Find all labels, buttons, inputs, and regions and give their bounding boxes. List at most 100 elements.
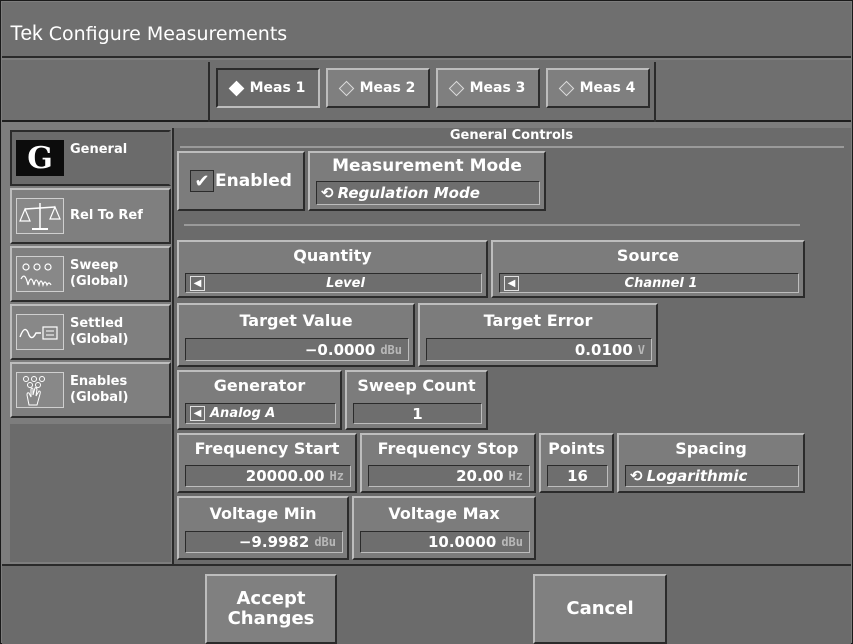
nav-label: Rel To Ref: [70, 208, 143, 223]
sweep-icon: [16, 256, 64, 292]
measurement-mode-label: Measurement Mode: [332, 156, 522, 176]
frequency-start-label: Frequency Start: [194, 439, 340, 458]
measurement-mode-control: Measurement Mode ⟲ Regulation Mode: [308, 151, 546, 211]
generator-control: Generator ◀ Analog A: [177, 370, 342, 430]
target-error-number: 0.0100: [574, 340, 633, 359]
nav-label: Enables (Global): [70, 374, 129, 405]
points-label: Points: [548, 439, 605, 458]
sweep-count-control: Sweep Count 1: [345, 370, 488, 430]
spacing-control: Spacing ⟲ Logarithmic: [617, 433, 805, 493]
nav-settled-global[interactable]: Settled (Global): [10, 304, 171, 360]
tab-label: Meas 1: [249, 80, 306, 96]
voltage-min-control: Voltage Min −9.9982 dBu: [177, 496, 349, 560]
points-value: 16: [567, 467, 588, 485]
points-control: Points 16: [539, 433, 614, 493]
source-control: Source ◀ Channel 1: [491, 240, 805, 298]
frequency-stop-field[interactable]: 20.00 Hz: [368, 465, 530, 487]
sweep-count-field[interactable]: 1: [353, 403, 482, 424]
frequency-stop-control: Frequency Stop 20.00 Hz: [360, 433, 536, 493]
tab-label: Meas 3: [469, 80, 526, 96]
frequency-start-number: 20000.00: [245, 467, 325, 485]
left-arrow-icon[interactable]: ◀: [190, 406, 205, 421]
enables-icon: [16, 372, 64, 408]
scale-icon: [16, 198, 64, 234]
voltage-min-field[interactable]: −9.9982 dBu: [185, 531, 343, 553]
frequency-stop-unit: Hz: [508, 469, 523, 483]
bottom-bar: [2, 564, 851, 644]
voltage-min-number: −9.9982: [238, 533, 310, 551]
nav-enables-global[interactable]: Enables (Global): [10, 362, 171, 418]
enabled-label: Enabled: [215, 171, 292, 191]
target-error-control: Target Error 0.0100 V: [418, 303, 658, 367]
voltage-max-control: Voltage Max 10.0000 dBu: [352, 496, 536, 560]
tab-meas-1[interactable]: Meas 1: [216, 68, 320, 108]
left-arrow-icon[interactable]: ◀: [190, 275, 205, 291]
settled-icon: [16, 314, 64, 350]
checkmark-icon: ✔: [190, 170, 215, 192]
nav-label: General: [70, 142, 128, 157]
frequency-stop-number: 20.00: [456, 467, 504, 485]
section-divider: [184, 224, 800, 226]
window-title: Tek Configure Measurements: [10, 22, 287, 46]
spacing-select[interactable]: ⟲ Logarithmic: [625, 465, 799, 487]
target-value-control: Target Value −0.0000 dBu: [177, 303, 415, 367]
enabled-checkbox[interactable]: ✔ Enabled: [177, 151, 305, 211]
nav-label: Settled (Global): [70, 316, 129, 347]
quantity-select[interactable]: ◀ Level: [185, 273, 482, 293]
quantity-label: Quantity: [293, 246, 372, 265]
cycle-icon: ⟲: [630, 467, 643, 485]
tab-meas-2[interactable]: Meas 2: [326, 68, 430, 108]
generator-select[interactable]: ◀ Analog A: [185, 403, 336, 424]
nav-rel-to-ref[interactable]: Rel To Ref: [10, 188, 171, 244]
tab-label: Meas 2: [359, 80, 416, 96]
target-error-label: Target Error: [483, 311, 593, 330]
quantity-value: Level: [326, 275, 365, 291]
cancel-button[interactable]: Cancel: [533, 574, 667, 644]
target-error-field[interactable]: 0.0100 V: [426, 338, 652, 361]
points-field[interactable]: 16: [547, 465, 608, 487]
g-letter-icon: G: [16, 140, 64, 176]
target-value-field[interactable]: −0.0000 dBu: [185, 338, 409, 361]
spacing-label: Spacing: [675, 439, 747, 458]
cycle-icon: ⟲: [321, 184, 334, 202]
sweep-count-value: 1: [412, 404, 423, 423]
voltage-max-label: Voltage Max: [388, 504, 500, 523]
nav-sweep-global[interactable]: Sweep (Global): [10, 246, 171, 302]
tab-meas-4[interactable]: Meas 4: [546, 68, 650, 108]
source-label: Source: [616, 246, 680, 265]
source-select[interactable]: ◀ Channel 1: [499, 273, 799, 293]
nav-label: Sweep (Global): [70, 258, 129, 289]
measurement-mode-value: Regulation Mode: [337, 184, 480, 202]
measurement-mode-select[interactable]: ⟲ Regulation Mode: [316, 181, 540, 205]
brand-label: Tek: [10, 22, 43, 45]
source-value: Channel 1: [624, 275, 698, 291]
voltage-max-unit: dBu: [501, 535, 523, 549]
accept-changes-button[interactable]: Accept Changes: [205, 574, 337, 644]
radio-diamond-icon: [558, 80, 574, 96]
voltage-max-field[interactable]: 10.0000 dBu: [360, 531, 530, 553]
voltage-min-label: Voltage Min: [209, 504, 317, 523]
target-value-unit: dBu: [380, 342, 402, 357]
frequency-stop-label: Frequency Stop: [377, 439, 519, 458]
radio-diamond-icon: [338, 80, 354, 96]
frequency-start-unit: Hz: [329, 469, 344, 483]
tab-label: Meas 4: [579, 80, 636, 96]
title-text: Configure Measurements: [48, 23, 288, 45]
target-value-number: −0.0000: [304, 340, 376, 359]
target-error-unit: V: [637, 342, 645, 357]
radio-diamond-icon: [228, 80, 244, 96]
quantity-control: Quantity ◀ Level: [177, 240, 488, 298]
sweep-count-label: Sweep Count: [357, 376, 476, 395]
nav-general[interactable]: G General: [10, 130, 171, 186]
target-value-label: Target Value: [239, 311, 353, 330]
voltage-min-unit: dBu: [314, 535, 336, 549]
header-rule: [180, 146, 844, 148]
spacing-value: Logarithmic: [646, 467, 748, 485]
nav-empty-area: [10, 424, 171, 562]
frequency-start-control: Frequency Start 20000.00 Hz: [177, 433, 357, 493]
generator-value: Analog A: [210, 406, 276, 421]
tab-meas-3[interactable]: Meas 3: [436, 68, 540, 108]
frequency-start-field[interactable]: 20000.00 Hz: [185, 465, 351, 487]
left-arrow-icon[interactable]: ◀: [504, 275, 519, 291]
section-header: General Controls: [449, 128, 574, 143]
